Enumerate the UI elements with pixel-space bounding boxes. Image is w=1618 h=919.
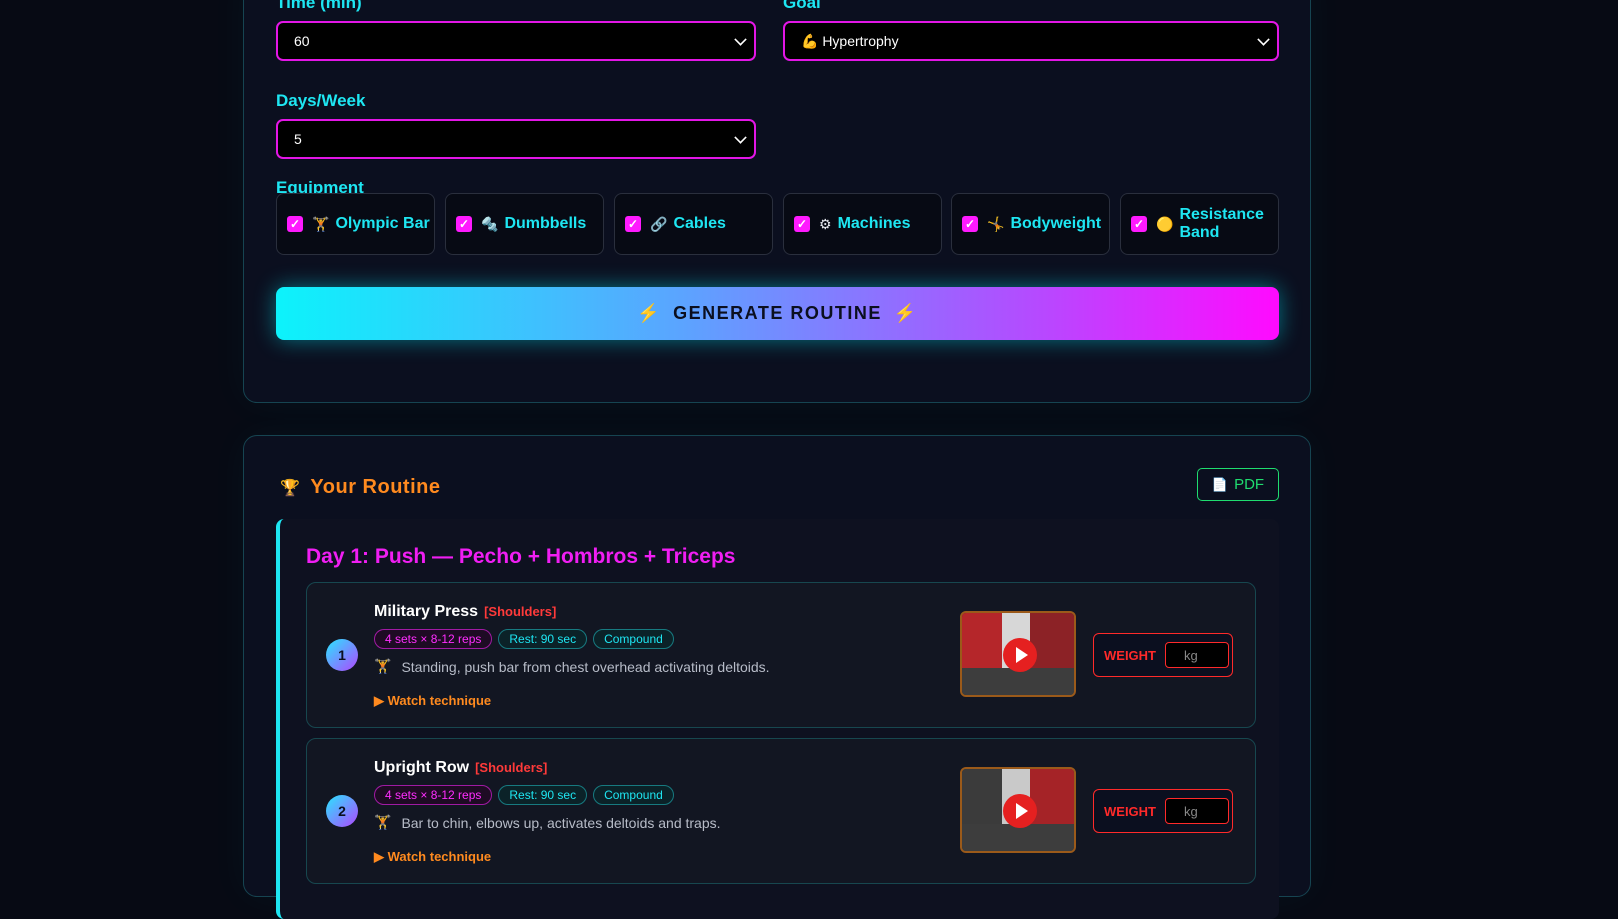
thumbnail-bg [962,668,1074,695]
exercise-name: Military Press [374,603,479,620]
lightning-icon: ⚡ [637,303,662,323]
weight-label: WEIGHT [1104,803,1156,819]
days-label: Days/Week [276,91,366,110]
exercise-tags: 4 sets × 8-12 reps Rest: 90 sec Compound [374,785,680,805]
exercise-number: 2 [326,795,358,827]
routine-title: 🏆 Your Routine [280,476,440,499]
weightlifter-icon: 🏋 [374,658,392,674]
equipment-option-resistance-band[interactable]: ✓ 🟡 Resistance Band [1120,193,1279,255]
exercise-tags: 4 sets × 8-12 reps Rest: 90 sec Compound [374,629,680,649]
equipment-label-text: Dumbbells [504,215,587,232]
chevron-down-icon [734,131,747,144]
days-select[interactable]: 5 [276,119,756,159]
video-thumbnail[interactable] [960,611,1076,697]
link-icon: 🔗 [650,215,668,232]
weight-label: WEIGHT [1104,647,1156,663]
chevron-down-icon [734,33,747,46]
type-tag: Compound [593,785,674,805]
exercise-card: 1 Military Press [Shoulders] 4 sets × 8-1… [306,582,1256,728]
time-select-value: 60 [294,33,310,49]
time-select[interactable]: 60 [276,21,756,61]
pdf-button[interactable]: 📄 PDF [1197,468,1279,501]
exercise-name: Upright Row [374,759,470,776]
day-title: Day 1: Push — Pecho + Hombros + Triceps [306,545,736,568]
trophy-icon: 🏆 [280,479,301,497]
equipment-label-text: Machines [837,215,911,232]
exercise-description: Standing, push bar from chest overhead a… [401,658,770,675]
yellow-circle-icon: 🟡 [1156,215,1174,232]
play-icon[interactable] [1003,794,1037,828]
sets-tag: 4 sets × 8-12 reps [374,785,493,805]
exercise-card: 2 Upright Row [Shoulders] 4 sets × 8-12 r… [306,738,1256,884]
equipment-option-olympic-bar[interactable]: ✓ 🏋 Olympic Bar [276,193,435,255]
weight-entry: WEIGHT kg [1093,633,1233,677]
days-select-value: 5 [294,131,302,147]
equipment-option-dumbbells[interactable]: ✓ 🔩 Dumbbells [445,193,604,255]
nut-bolt-icon: 🔩 [481,215,499,232]
weight-entry: WEIGHT kg [1093,789,1233,833]
goal-select-value: 💪 Hypertrophy [801,32,899,49]
thumbnail-bg [962,824,1074,851]
checkbox[interactable]: ✓ [287,216,303,232]
weight-input[interactable]: kg [1165,642,1229,668]
pdf-label: PDF [1234,476,1265,493]
checkbox[interactable]: ✓ [1131,216,1147,232]
equipment-label-text: Cables [673,215,726,232]
thumbnail-bg [962,769,1002,824]
checkbox[interactable]: ✓ [962,216,978,232]
exercise-name-row: Upright Row [Shoulders] [374,759,547,777]
thumbnail-bg [1030,613,1074,668]
sets-tag: 4 sets × 8-12 reps [374,629,493,649]
exercise-muscle: [Shoulders] [484,604,557,619]
checkbox[interactable]: ✓ [794,216,810,232]
gear-icon: ⚙ [819,215,832,232]
routine-form-panel: Time (min) 60 Goal 💪 Hypertrophy Days/We… [243,0,1311,403]
goal-select[interactable]: 💪 Hypertrophy [783,21,1279,61]
exercise-description-row: 🏋 Bar to chin, elbows up, activates delt… [374,814,721,831]
equipment-label-text: Olympic Bar [335,215,430,232]
thumbnail-bg [962,613,1002,668]
chevron-down-icon [1257,33,1270,46]
cartwheel-icon: 🤸 [987,215,1005,232]
generate-routine-button[interactable]: ⚡ GENERATE ROUTINE ⚡ [276,287,1279,340]
type-tag: Compound [593,629,674,649]
equipment-option-cables[interactable]: ✓ 🔗 Cables [614,193,773,255]
video-thumbnail[interactable] [960,767,1076,853]
document-icon: 📄 [1211,476,1229,492]
watch-technique-link[interactable]: ▶ Watch technique [374,693,491,709]
day-card: Day 1: Push — Pecho + Hombros + Triceps … [276,519,1279,919]
checkbox[interactable]: ✓ [456,216,472,232]
rest-tag: Rest: 90 sec [498,785,588,805]
routine-title-text: Your Routine [310,476,441,498]
exercise-number: 1 [326,639,358,671]
barbell-icon: 🏋 [312,215,330,232]
exercise-description: Bar to chin, elbows up, activates deltoi… [401,814,721,831]
equipment-option-bodyweight[interactable]: ✓ 🤸 Bodyweight [951,193,1110,255]
weightlifter-icon: 🏋 [374,814,392,830]
exercise-muscle: [Shoulders] [475,760,548,775]
equipment-option-machines[interactable]: ✓ ⚙ Machines [783,193,942,255]
routine-panel: 🏆 Your Routine 📄 PDF Day 1: Push — Pecho… [243,435,1311,919]
time-label: Time (min) [276,0,362,12]
exercise-name-row: Military Press [Shoulders] [374,603,556,621]
generate-routine-label: GENERATE ROUTINE [673,303,882,323]
equipment-label-text: Resistance Band [1179,206,1264,241]
exercise-description-row: 🏋 Standing, push bar from chest overhead… [374,658,770,675]
play-icon[interactable] [1003,638,1037,672]
equipment-label-text: Bodyweight [1010,215,1102,232]
goal-label: Goal [783,0,821,12]
thumbnail-bg [1030,769,1074,824]
lightning-icon: ⚡ [893,303,918,323]
weight-input[interactable]: kg [1165,798,1229,824]
rest-tag: Rest: 90 sec [498,629,588,649]
checkbox[interactable]: ✓ [625,216,641,232]
